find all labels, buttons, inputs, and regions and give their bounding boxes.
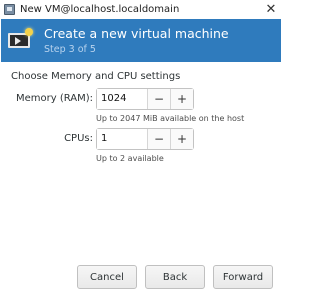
cpus-hint: Up to 2 available (96, 154, 164, 163)
cancel-button[interactable]: Cancel (77, 265, 137, 289)
window-title: New VM@localhost.localdomain (20, 4, 180, 15)
memory-spinner: − + (96, 88, 194, 110)
cpus-input[interactable] (97, 129, 147, 149)
memory-label: Memory (RAM): (15, 93, 93, 104)
cpus-increment-button[interactable]: + (170, 129, 193, 149)
wizard-header: Create a new virtual machine Step 3 of 5 (1, 19, 281, 62)
memory-decrement-button[interactable]: − (147, 89, 170, 109)
memory-input[interactable] (97, 89, 147, 109)
memory-increment-button[interactable]: + (170, 89, 193, 109)
window-titlebar: New VM@localhost.localdomain ✕ (0, 0, 282, 19)
cpus-label: CPUs: (64, 133, 93, 144)
app-icon (4, 4, 15, 15)
forward-button[interactable]: Forward (213, 265, 273, 289)
wizard-step: Step 3 of 5 (44, 44, 96, 55)
cpus-decrement-button[interactable]: − (147, 129, 170, 149)
wizard-title: Create a new virtual machine (44, 26, 229, 41)
back-button[interactable]: Back (145, 265, 205, 289)
section-label: Choose Memory and CPU settings (11, 71, 181, 82)
close-button[interactable]: ✕ (260, 0, 282, 19)
virtual-machine-icon (8, 27, 34, 54)
cpus-spinner: − + (96, 128, 194, 150)
memory-hint: Up to 2047 MiB available on the host (96, 114, 245, 123)
